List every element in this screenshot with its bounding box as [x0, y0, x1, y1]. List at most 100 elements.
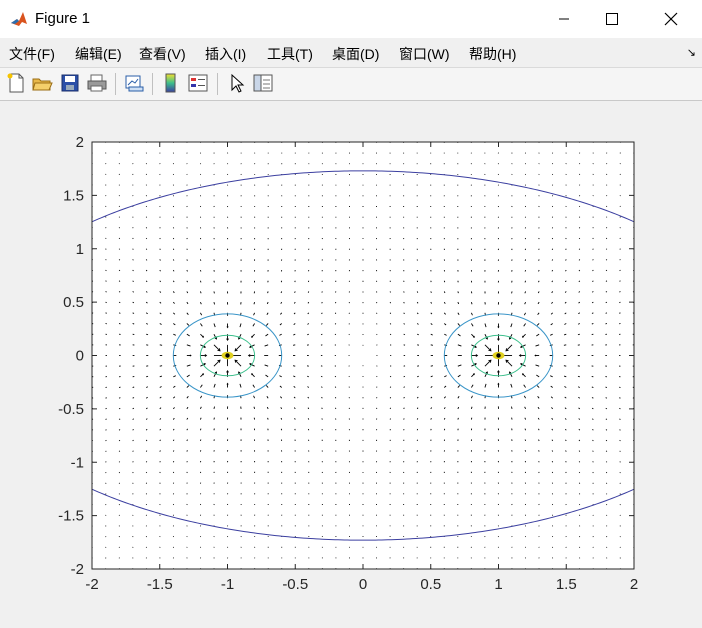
menu-view[interactable]: 查看(V)	[139, 44, 186, 64]
quiver-arrow	[619, 205, 621, 207]
quiver-arrow	[118, 397, 121, 399]
quiver-arrow	[565, 248, 567, 250]
quiver-arrow	[592, 259, 594, 261]
menu-tools[interactable]: 工具(T)	[267, 44, 313, 64]
quiver-arrow	[145, 227, 148, 229]
quiver-arrow	[159, 461, 161, 463]
quiver-arrow	[605, 312, 608, 314]
quiver-arrow	[334, 323, 337, 325]
quiver-arrow	[403, 418, 405, 420]
menu-help[interactable]: 帮助(H)	[469, 44, 516, 64]
quiver-arrow	[619, 407, 621, 410]
quiver-arrow	[132, 216, 134, 218]
quiver-arrow	[605, 301, 608, 304]
quiver-arrow	[605, 269, 608, 272]
quiver-arrow	[172, 269, 175, 272]
quiver-arrow	[320, 375, 323, 378]
quiver-arrow	[592, 450, 594, 452]
toolbar-separator	[115, 73, 116, 95]
colorbar-icon[interactable]	[160, 72, 182, 94]
quiver-arrow	[430, 418, 432, 420]
minimize-button[interactable]	[541, 0, 587, 38]
quiver-arrow	[389, 396, 392, 399]
menu-desktop[interactable]: 桌面(D)	[332, 44, 379, 64]
quiver-arrow	[389, 333, 392, 336]
dock-arrow-icon[interactable]: ↘	[687, 46, 696, 59]
quiver-arrow	[430, 344, 434, 346]
quiver-arrow	[592, 216, 594, 218]
menu-file[interactable]: 文件(F)	[9, 44, 55, 64]
quiver-arrow	[457, 291, 459, 294]
close-button[interactable]	[648, 0, 694, 38]
quiver-arrow	[551, 450, 554, 452]
quiver-arrow	[605, 429, 608, 431]
x-tick-label: 1	[494, 576, 502, 593]
quiver-arrow	[118, 227, 121, 229]
quiver-arrow	[105, 301, 107, 304]
quiver-arrow	[105, 269, 107, 272]
quiver-arrow	[267, 291, 269, 294]
x-tick-label: 0	[359, 576, 367, 593]
quiver-arrow	[430, 291, 432, 293]
quiver-arrow	[524, 439, 527, 442]
quiver-arrow	[619, 216, 621, 218]
quiver-arrow	[591, 386, 594, 388]
quiver-arrow	[524, 269, 527, 272]
quiver-arrow	[105, 291, 107, 293]
edit-plot-arrow-icon[interactable]	[226, 72, 248, 94]
quiver-arrow	[538, 450, 540, 452]
quiver-arrow	[605, 482, 608, 484]
quiver-arrow	[605, 227, 608, 229]
quiver-arrow	[403, 333, 406, 336]
quiver-arrow	[132, 471, 134, 474]
quiver-arrow	[619, 227, 621, 229]
quiver-arrow	[334, 333, 337, 336]
quiver-arrow	[403, 407, 405, 410]
quiver-arrow	[606, 216, 608, 218]
toolbar	[0, 67, 702, 101]
quiver-arrow	[186, 439, 188, 442]
link-plot-icon[interactable]	[123, 72, 145, 94]
quiver-arrow	[605, 291, 608, 293]
quiver-arrow	[292, 365, 296, 367]
quiver-arrow	[118, 216, 120, 218]
new-figure-icon[interactable]	[5, 72, 27, 94]
quiver-arrow	[605, 397, 608, 399]
menu-insert[interactable]: 插入(I)	[205, 44, 246, 64]
y-tick-label: -0.5	[58, 401, 84, 418]
print-icon[interactable]	[86, 72, 108, 94]
quiver-arrow	[172, 259, 175, 261]
quiver-arrow	[132, 482, 134, 484]
quiver-arrow	[619, 301, 621, 304]
quiver-arrow	[172, 460, 175, 463]
y-tick-label: -1	[71, 454, 84, 471]
menu-window[interactable]: 窗口(W)	[399, 44, 450, 64]
quiver-arrow	[105, 418, 107, 420]
quiver-arrow	[578, 482, 581, 484]
open-file-icon[interactable]	[31, 72, 53, 94]
quiver-arrow	[213, 406, 215, 409]
quiver-arrow	[389, 407, 392, 410]
quiver-arrow	[186, 259, 188, 261]
quiver-arrow	[511, 302, 513, 305]
property-inspector-icon[interactable]	[252, 72, 274, 94]
quiver-arrow	[578, 259, 581, 261]
quiver-arrow	[105, 504, 107, 506]
save-icon[interactable]	[59, 72, 81, 94]
quiver-arrow	[430, 365, 434, 367]
quiver-arrow	[145, 259, 148, 261]
quiver-arrow	[511, 406, 513, 409]
figure-canvas[interactable]: -2 -1.5 -1 -0.5 0 0.5 1 1.5 2 2 1.5 1 0.5 0 -0.5 -1 -1.5…	[0, 100, 702, 628]
quiver-arrow	[619, 237, 621, 240]
quiver-arrow	[145, 248, 148, 250]
quiver-arrow	[199, 269, 202, 272]
menu-edit[interactable]: 编辑(E)	[75, 44, 122, 64]
quiver-arrow	[118, 407, 121, 410]
quiver-arrow	[578, 248, 581, 250]
quiver-arrow	[105, 237, 107, 240]
quiver-arrow	[172, 450, 175, 452]
legend-icon[interactable]	[187, 72, 209, 94]
quiver-arrow	[186, 269, 188, 272]
quiver-arrow	[146, 333, 149, 336]
maximize-button[interactable]	[589, 0, 635, 38]
